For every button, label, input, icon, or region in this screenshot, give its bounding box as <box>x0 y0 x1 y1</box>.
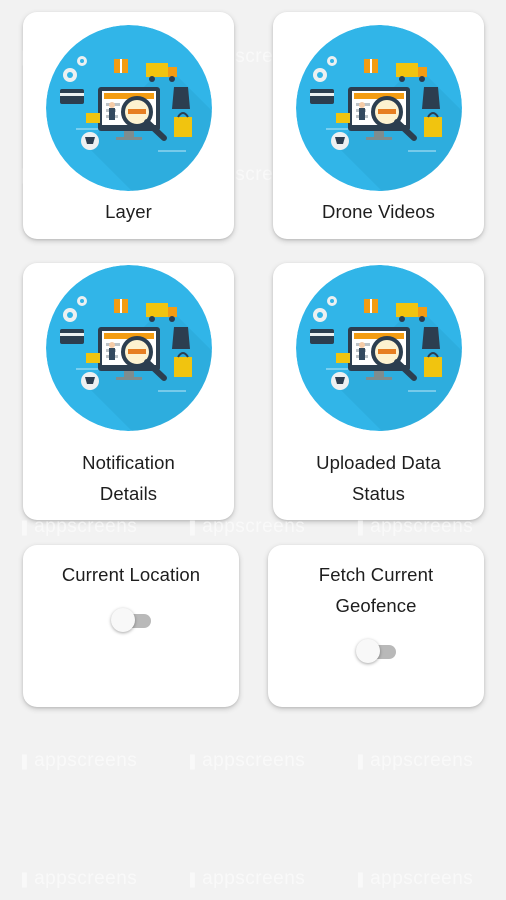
card-drone-videos[interactable]: Drone Videos <box>273 12 484 239</box>
toggle-knob <box>356 639 380 663</box>
watermark-text: appscreens <box>34 750 138 771</box>
ecommerce-illustration-icon <box>296 265 462 431</box>
watermark-text: appscreens <box>370 868 474 889</box>
card-label: Layer <box>105 201 152 222</box>
ecommerce-illustration-icon <box>296 25 462 191</box>
ecommerce-illustration-icon <box>46 265 212 431</box>
card-label: Notification Details <box>82 452 175 504</box>
card-label: Current Location <box>61 564 201 585</box>
watermark-text: appscreens <box>202 868 306 889</box>
card-label: Uploaded Data Status <box>316 452 441 504</box>
card-uploaded-data-status[interactable]: Uploaded Data Status <box>273 263 484 520</box>
card-fetch-current-geofence: Fetch Current Geofence <box>268 545 484 707</box>
current-location-toggle[interactable] <box>111 607 151 633</box>
card-current-location: Current Location <box>23 545 239 707</box>
card-label: Fetch Current Geofence <box>318 564 434 616</box>
watermark-text: appscreens <box>202 750 306 771</box>
geofence-toggle[interactable] <box>356 638 396 664</box>
watermark-text: appscreens <box>370 750 474 771</box>
card-notification-details[interactable]: Notification Details <box>23 263 234 520</box>
card-label: Drone Videos <box>322 201 435 222</box>
card-layer[interactable]: Layer <box>23 12 234 239</box>
toggle-knob <box>111 608 135 632</box>
ecommerce-illustration-icon <box>46 25 212 191</box>
watermark-text: appscreens <box>34 868 138 889</box>
